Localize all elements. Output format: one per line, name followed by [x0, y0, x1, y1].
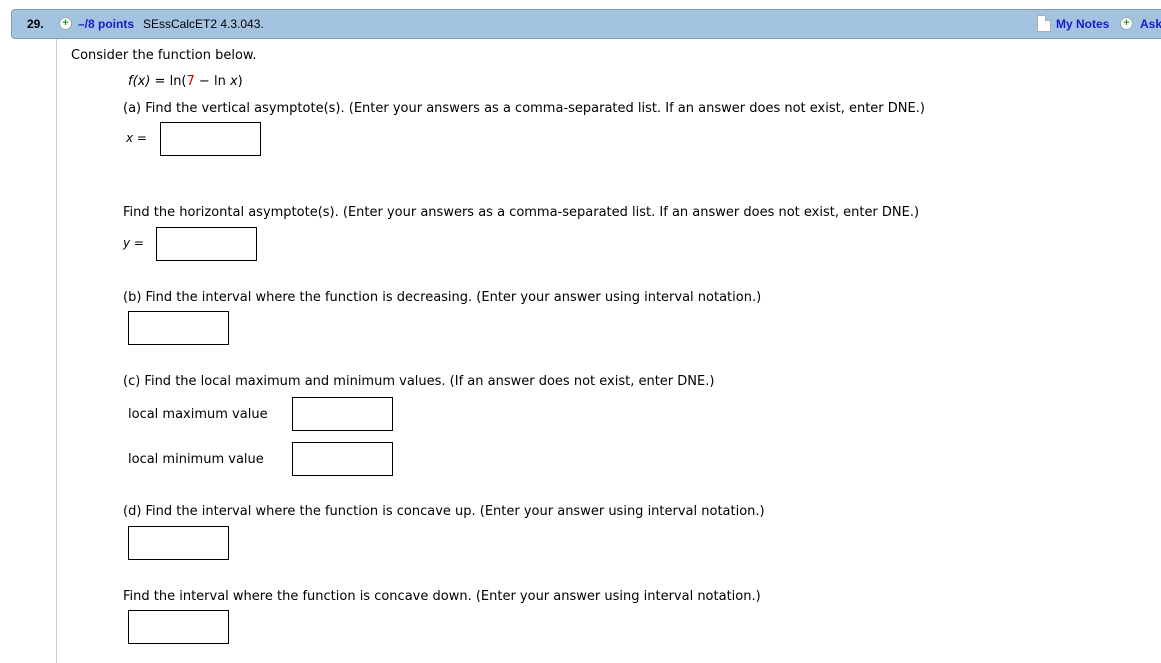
function-lhs: f(x) [128, 74, 151, 89]
problem-intro: Consider the function below. [71, 48, 257, 63]
plus-icon[interactable]: + [59, 17, 72, 30]
my-notes-link[interactable]: My Notes [1056, 17, 1109, 31]
function-var: x [229, 74, 238, 89]
equals-sign: = [133, 131, 147, 145]
function-constant: 7 [186, 74, 195, 89]
concave-down-input[interactable] [128, 610, 229, 644]
equals-sign: = [130, 236, 144, 250]
local-min-input[interactable] [292, 442, 393, 476]
function-eq: = ln( [150, 74, 187, 89]
part-b-prompt: (b) Find the interval where the function… [123, 290, 762, 305]
horizontal-asymptote-input[interactable] [156, 227, 257, 261]
ask-plus-icon[interactable]: + [1120, 17, 1133, 30]
concave-up-input[interactable] [128, 526, 229, 560]
y-equals-label: y = [123, 236, 144, 250]
ask-link[interactable]: Ask [1140, 17, 1161, 31]
vertical-asymptote-input[interactable] [160, 122, 261, 156]
part-d-concave-up-prompt: (d) Find the interval where the function… [123, 504, 765, 519]
part-a-vertical-prompt: (a) Find the vertical asymptote(s). (Ent… [123, 101, 925, 116]
function-rest: − ln [194, 74, 230, 89]
content-left-border [56, 39, 57, 663]
points-label: –/8 points [78, 17, 135, 31]
concave-down-prompt: Find the interval where the function is … [123, 589, 761, 604]
decreasing-interval-input[interactable] [128, 311, 229, 345]
part-c-prompt: (c) Find the local maximum and minimum v… [123, 374, 715, 389]
local-max-input[interactable] [292, 397, 393, 431]
x-equals-label: x = [126, 131, 147, 145]
local-max-label: local maximum value [128, 407, 268, 422]
function-close: ) [237, 74, 243, 89]
question-source: SEssCalcET2 4.3.043. [143, 17, 264, 31]
notes-page-icon[interactable] [1037, 15, 1051, 32]
question-number: 29. [27, 17, 44, 31]
local-min-label: local minimum value [128, 452, 264, 467]
function-definition: f(x) = ln(7 − ln x) [128, 74, 243, 89]
question-header: 29. + –/8 points SEssCalcET2 4.3.043. My… [11, 9, 1161, 39]
horizontal-asymptote-prompt: Find the horizontal asymptote(s). (Enter… [123, 205, 920, 220]
